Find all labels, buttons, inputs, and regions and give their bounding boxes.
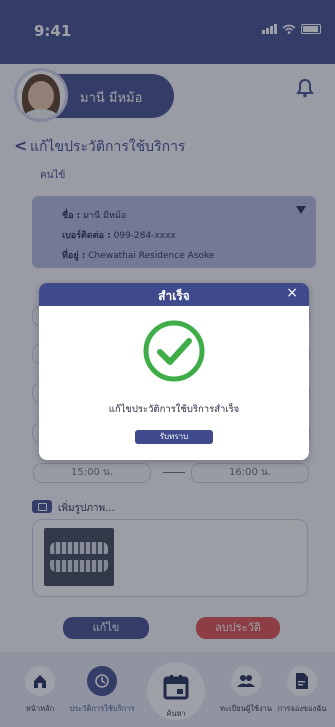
- success-check-icon: [143, 320, 205, 382]
- success-dialog: สำเร็จ × แก้ไขประวัติการใช้บริการสำเร็จ …: [39, 283, 309, 460]
- dialog-message: แก้ไขประวัติการใช้บริการสำเร็จ: [108, 404, 240, 415]
- dialog-title: สำเร็จ: [158, 289, 190, 303]
- close-icon[interactable]: ×: [286, 285, 298, 301]
- dialog-header: สำเร็จ ×: [39, 283, 309, 306]
- acknowledge-button[interactable]: รับทราบ: [135, 430, 213, 444]
- app-screen: 9:41 มานี มีหม้อ < แก้ไขประวัติการใช้บริ…: [0, 0, 335, 727]
